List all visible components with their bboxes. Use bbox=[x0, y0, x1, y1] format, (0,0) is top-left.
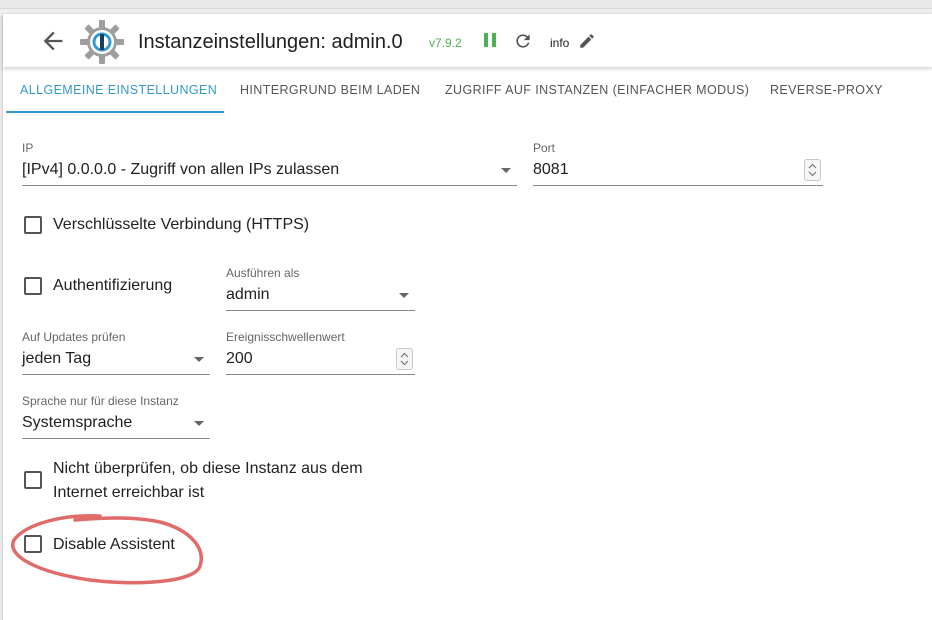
threshold-stepper[interactable] bbox=[396, 348, 413, 370]
port-input[interactable]: 8081 bbox=[533, 159, 823, 186]
dropdown-arrow-icon bbox=[399, 293, 409, 298]
info-label: info bbox=[550, 36, 570, 50]
arrow-back-icon bbox=[43, 31, 63, 51]
run-as-value: admin bbox=[226, 286, 270, 303]
threshold-value: 200 bbox=[226, 350, 253, 367]
gear-logo-icon bbox=[80, 20, 124, 64]
stepper-arrows-icon bbox=[400, 352, 409, 366]
tab-general-settings[interactable]: Allgemeine Einstellungen bbox=[20, 67, 217, 113]
dialog-header: Instanzeinstellungen: admin.0 v7.9.2 inf… bbox=[3, 14, 932, 67]
back-button[interactable] bbox=[39, 27, 67, 55]
no-reachability-check-label-line2: Internet erreichbar ist bbox=[53, 484, 205, 501]
disable-assistant-checkbox[interactable] bbox=[24, 535, 42, 553]
instance-settings-dialog: Instanzeinstellungen: admin.0 v7.9.2 inf… bbox=[3, 14, 932, 620]
iobroker-logo bbox=[79, 19, 125, 65]
dialog-title: Instanzeinstellungen: admin.0 bbox=[138, 31, 403, 53]
language-select[interactable]: Systemsprache bbox=[22, 412, 210, 439]
reload-button[interactable] bbox=[513, 31, 533, 51]
threshold-label: Ereignisschwellenwert bbox=[226, 330, 345, 344]
updates-value: jeden Tag bbox=[22, 350, 92, 367]
https-label: Verschlüsselte Verbindung (HTTPS) bbox=[53, 216, 310, 233]
disable-assistant-label: Disable Assistent bbox=[53, 536, 175, 553]
active-tab-indicator bbox=[6, 111, 224, 113]
no-reachability-check-checkbox[interactable] bbox=[24, 471, 42, 489]
dropdown-arrow-icon bbox=[501, 168, 511, 173]
threshold-input[interactable]: 200 bbox=[226, 348, 415, 375]
run-as-select[interactable]: admin bbox=[226, 284, 415, 311]
tab-background-loading[interactable]: Hintergrund beim Laden bbox=[240, 67, 420, 113]
pause-button[interactable] bbox=[481, 31, 499, 49]
port-stepper[interactable] bbox=[804, 159, 821, 181]
dropdown-arrow-icon bbox=[194, 357, 204, 362]
tab-reverse-proxy[interactable]: Reverse-Proxy bbox=[770, 67, 883, 113]
stepper-arrows-icon bbox=[808, 163, 817, 177]
language-label: Sprache nur für diese Instanz bbox=[22, 394, 179, 408]
ip-select[interactable]: [IPv4] 0.0.0.0 - Zugriff von allen IPs z… bbox=[22, 159, 517, 186]
dropdown-arrow-icon bbox=[194, 421, 204, 426]
https-checkbox[interactable] bbox=[24, 216, 42, 234]
tab-instance-access[interactable]: Zugriff auf Instanzen (einfacher Modus) bbox=[445, 67, 749, 113]
updates-label: Auf Updates prüfen bbox=[22, 330, 126, 344]
auth-label: Authentifizierung bbox=[53, 277, 173, 294]
port-label: Port bbox=[533, 141, 556, 155]
auth-checkbox[interactable] bbox=[24, 277, 42, 295]
ip-value: [IPv4] 0.0.0.0 - Zugriff von allen IPs z… bbox=[22, 161, 340, 178]
background-strip bbox=[0, 0, 932, 9]
pause-icon bbox=[484, 33, 496, 47]
tab-bar: Allgemeine Einstellungen Hintergrund bei… bbox=[3, 67, 932, 113]
no-reachability-check-label-line1: Nicht überprüfen, ob diese Instanz aus d… bbox=[53, 460, 363, 477]
refresh-icon bbox=[516, 34, 530, 48]
edit-button[interactable] bbox=[578, 32, 596, 50]
version-label: v7.9.2 bbox=[429, 36, 462, 50]
pencil-icon bbox=[580, 34, 594, 48]
ip-label: IP bbox=[22, 141, 34, 155]
port-value: 8081 bbox=[533, 161, 569, 178]
run-as-label: Ausführen als bbox=[226, 266, 300, 280]
language-value: Systemsprache bbox=[22, 414, 133, 431]
updates-select[interactable]: jeden Tag bbox=[22, 348, 210, 375]
